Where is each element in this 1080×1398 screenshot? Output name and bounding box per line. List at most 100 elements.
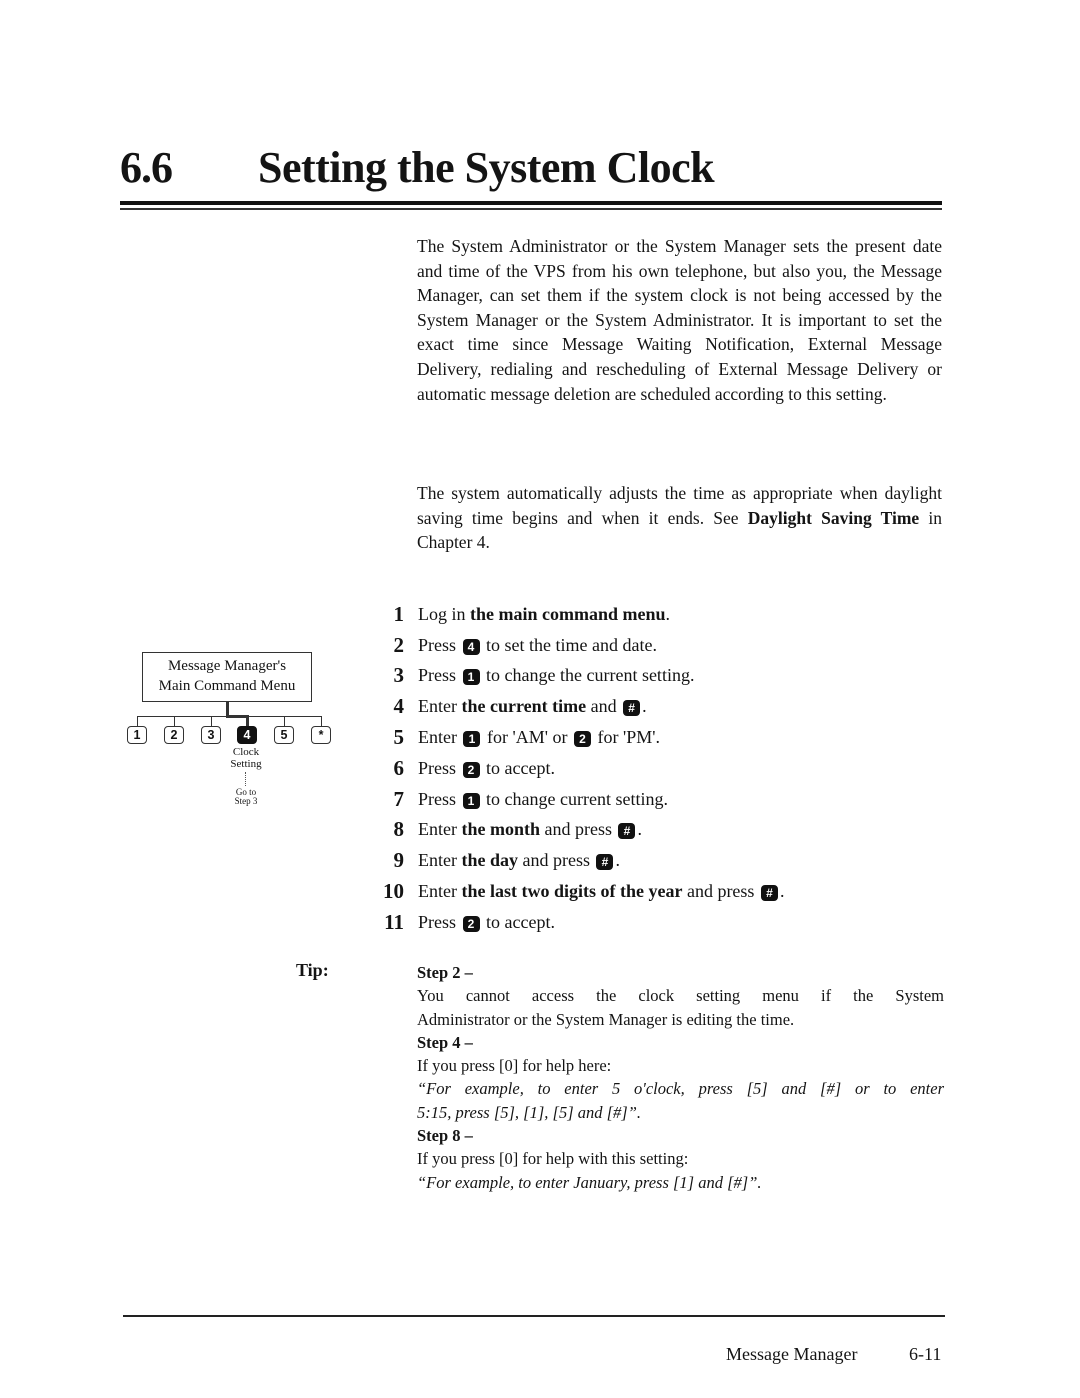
menu-box-line-2: Main Command Menu xyxy=(158,678,296,694)
step-text-fragment: and press xyxy=(518,850,595,871)
key-1-icon: 1 xyxy=(462,669,480,686)
step-text: Press 2 to accept. xyxy=(418,758,555,779)
tip-step2-title: Step 2 – xyxy=(417,963,473,982)
footer-title: Message Manager xyxy=(726,1344,858,1364)
tip-content: Step 2 – You cannot access the clock set… xyxy=(417,961,944,1194)
step-text-fragment: and xyxy=(586,696,622,717)
step-text-fragment: . xyxy=(615,850,620,871)
step-item: 2 Press 4 to set the time and date. xyxy=(372,630,972,661)
step-text: Press 1 to change current setting. xyxy=(418,789,668,810)
step-text-fragment: . xyxy=(642,696,647,717)
key-hash-icon: # xyxy=(623,700,641,717)
step-text-fragment: Press xyxy=(418,757,461,778)
diagram-key-3: 3 xyxy=(201,726,221,744)
step-number: 11 xyxy=(384,909,404,934)
step-text-fragment: . xyxy=(779,881,785,902)
step-item: 1 Log in the main command menu. xyxy=(372,599,972,630)
section-number: 6.6 xyxy=(120,143,173,192)
step-text-fragment: . xyxy=(665,603,671,624)
step-item: 8 Enter the month and press #. xyxy=(372,815,972,846)
key-2-icon: 2 xyxy=(462,915,480,932)
step-item: 6 Press 2 to accept. xyxy=(372,753,972,784)
step-number: 3 xyxy=(393,663,405,688)
step-item: 9 Enter the day and press #. xyxy=(372,845,972,876)
key-hash-icon: # xyxy=(618,823,636,840)
step-text-fragment: to change current setting. xyxy=(481,788,668,809)
procedure-steps: 1 Log in the main command menu. 2 Press 4 t… xyxy=(372,599,972,938)
step-emphasis: the day xyxy=(461,850,518,871)
step-text-fragment: and press xyxy=(540,819,617,840)
dotted-connector xyxy=(245,772,246,786)
diagram-key-star: * xyxy=(311,726,331,744)
clock-setting-label: Clock Setting xyxy=(218,746,274,770)
tip-label: Tip: xyxy=(296,960,329,980)
page-title: Setting the System Clock xyxy=(258,143,715,192)
title-rule-thick xyxy=(120,201,942,205)
step-number: 4 xyxy=(393,694,405,719)
key-2-icon: 2 xyxy=(573,730,591,747)
step-item: 7 Press 1 to change current setting. xyxy=(372,784,972,815)
step-text: Press 4 to set the time and date. xyxy=(418,635,657,656)
step-text: Enter 1 for 'AM' or 2 for 'PM'. xyxy=(418,727,660,748)
tip-step4-quote-line-1: “For example, to enter 5 o'clock, press … xyxy=(417,1079,944,1099)
key-1-icon: 1 xyxy=(463,730,481,747)
step-text-fragment: to set the time and date. xyxy=(481,634,657,655)
key-hash-icon: # xyxy=(596,854,614,871)
step-emphasis: the last two digits of the year xyxy=(461,881,683,902)
intro-paragraph-1: The System Administrator or the System M… xyxy=(417,236,942,404)
step-text: Enter the month and press #. xyxy=(418,819,642,840)
diagram-key-1: 1 xyxy=(127,726,147,744)
footer-rule xyxy=(123,1315,945,1317)
step-number: 10 xyxy=(383,879,404,904)
tip-step8-quote: “For example, to enter January, press [1… xyxy=(417,1172,762,1192)
tip-step8-title: Step 8 – xyxy=(417,1126,473,1146)
step-text-fragment: Enter xyxy=(418,696,462,717)
diagram-key-5: 5 xyxy=(274,726,294,744)
step-text-fragment: Press xyxy=(418,665,461,686)
goto-line-2: Step 3 xyxy=(234,796,258,806)
step-number: 6 xyxy=(393,755,405,780)
step-item: 3 Press 1 to change the current setting. xyxy=(372,661,972,692)
step-item: 4 Enter the current time and #. xyxy=(372,691,972,722)
step-emphasis: the month xyxy=(461,819,540,840)
step-text-fragment: . xyxy=(637,819,642,840)
step-emphasis: the main command menu xyxy=(470,603,666,624)
step-number: 2 xyxy=(393,632,405,657)
key-4-icon: 4 xyxy=(462,638,480,655)
step-number: 1 xyxy=(393,601,405,626)
tip-step2-line-1: You cannot access the clock setting menu… xyxy=(417,986,944,1006)
step-text-fragment: Log in xyxy=(418,603,470,624)
step-text-fragment: Press xyxy=(418,788,461,809)
title-rule-thin xyxy=(120,208,942,210)
tip-step8-text: If you press [0] for help with this sett… xyxy=(417,1149,689,1169)
step-number: 5 xyxy=(393,725,405,750)
step-text-fragment: Enter xyxy=(418,727,462,748)
tip-step4-title: Step 4 – xyxy=(417,1032,473,1052)
step-text: Enter the last two digits of the year an… xyxy=(418,881,784,902)
step-text-fragment: to change the current setting. xyxy=(481,665,695,686)
step-number: 9 xyxy=(393,848,405,873)
tip-step4-text: If you press [0] for help here: xyxy=(417,1056,612,1076)
step-text-fragment: to accept. xyxy=(481,911,555,932)
step-item: 10 Enter the last two digits of the year … xyxy=(372,876,972,907)
clock-setting-line-2: Setting xyxy=(230,758,262,770)
key-hash-icon: # xyxy=(760,884,778,901)
step-text-fragment: for 'AM' or xyxy=(482,727,572,748)
step-text: Log in the main command menu. xyxy=(418,604,670,625)
step-text-fragment: Enter xyxy=(418,819,462,840)
connector-horizontal xyxy=(137,716,322,717)
step-number: 7 xyxy=(393,786,405,811)
tip-step4-quote-line-2: 5:15, press [5], [1], [5] and [#]”. xyxy=(417,1102,642,1122)
key-2-icon: 2 xyxy=(462,761,480,778)
step-text: Press 2 to accept. xyxy=(418,912,555,933)
diagram-key-4-active: 4 xyxy=(237,726,257,744)
step-text-fragment: to accept. xyxy=(481,757,555,778)
step-text: Enter the current time and #. xyxy=(418,696,647,717)
step-text-fragment: Press xyxy=(418,634,461,655)
step-item: 5 Enter 1 for 'AM' or 2 for 'PM'. xyxy=(372,722,972,753)
tip-step2-line-2: Administrator or the System Manager is e… xyxy=(417,1009,795,1029)
step-text-fragment: for 'PM'. xyxy=(592,727,660,748)
page-number: 6-11 xyxy=(909,1344,942,1364)
step-text-fragment: and press xyxy=(682,881,759,902)
step-emphasis: the current time xyxy=(461,696,587,717)
